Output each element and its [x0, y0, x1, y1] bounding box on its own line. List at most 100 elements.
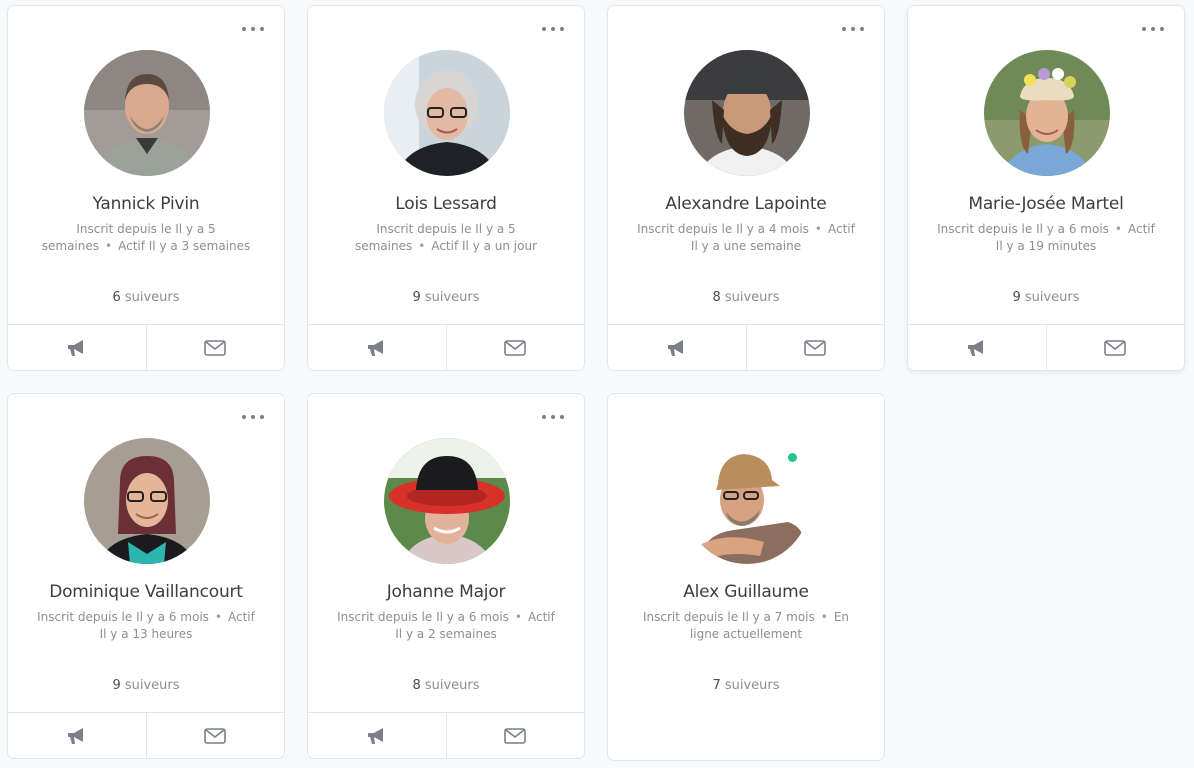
online-status-indicator	[788, 453, 797, 462]
member-meta: Inscrit depuis le Il y a 5 semaines • Acti…	[332, 221, 560, 255]
more-options-icon[interactable]	[842, 22, 864, 36]
more-options-icon[interactable]	[242, 410, 264, 424]
follow-button[interactable]	[908, 325, 1046, 370]
follow-button[interactable]	[308, 325, 446, 370]
megaphone-icon	[967, 339, 983, 356]
follow-button[interactable]	[8, 713, 146, 758]
followers: 8 suiveurs	[608, 290, 884, 305]
member-meta: Inscrit depuis le Il y a 4 mois • Actif Il…	[632, 221, 860, 255]
joined-text: Inscrit depuis le Il y a 6 mois	[37, 610, 209, 624]
card-actions	[908, 324, 1184, 370]
megaphone-icon	[67, 339, 83, 356]
followers: 9 suiveurs	[308, 290, 584, 305]
message-button[interactable]	[145, 713, 285, 758]
member-meta: Inscrit depuis le Il y a 6 mois • Actif Il…	[332, 609, 560, 643]
message-button[interactable]	[445, 325, 585, 370]
followers-count: 6	[112, 290, 121, 305]
activity-text: Actif Il y a un jour	[431, 239, 538, 253]
followers-label: suiveurs	[124, 290, 180, 305]
followers-label: suiveurs	[1024, 290, 1080, 305]
more-options-icon[interactable]	[542, 22, 564, 36]
member-name[interactable]: Dominique Vaillancourt	[8, 582, 284, 602]
envelope-icon	[204, 727, 227, 744]
separator-dot: •	[214, 610, 222, 624]
follow-button[interactable]	[308, 713, 446, 758]
member-card: Johanne Major Inscrit depuis le Il y a 6…	[307, 393, 585, 759]
member-avatar[interactable]	[384, 438, 510, 564]
member-card: Yannick Pivin Inscrit depuis le Il y a 5…	[7, 5, 285, 371]
more-options-icon[interactable]	[1142, 22, 1164, 36]
member-avatar[interactable]	[84, 438, 210, 564]
member-avatar[interactable]	[984, 50, 1110, 176]
megaphone-icon	[367, 339, 383, 356]
followers-count: 7	[712, 678, 721, 693]
separator-dot: •	[418, 239, 426, 253]
message-button[interactable]	[745, 325, 885, 370]
avatar-image	[984, 50, 1110, 176]
member-card: Marie-Josée Martel Inscrit depuis le Il …	[907, 5, 1185, 371]
envelope-icon	[504, 339, 527, 356]
followers: 9 suiveurs	[8, 678, 284, 693]
megaphone-icon	[67, 727, 83, 744]
separator-dot: •	[1114, 222, 1122, 236]
member-card: Alexandre Lapointe Inscrit depuis le Il …	[607, 5, 885, 371]
follow-button[interactable]	[608, 325, 746, 370]
joined-text: Inscrit depuis le Il y a 4 mois	[637, 222, 809, 236]
separator-dot: •	[820, 610, 828, 624]
member-card: Dominique Vaillancourt Inscrit depuis le…	[7, 393, 285, 759]
followers: 7 suiveurs	[608, 678, 884, 693]
megaphone-icon	[367, 727, 383, 744]
message-button[interactable]	[1045, 325, 1185, 370]
follow-button[interactable]	[8, 325, 146, 370]
card-actions	[308, 324, 584, 370]
followers-label: suiveurs	[424, 678, 480, 693]
member-name[interactable]: Lois Lessard	[308, 194, 584, 214]
envelope-icon	[804, 339, 827, 356]
more-options-icon[interactable]	[542, 410, 564, 424]
followers-label: suiveurs	[124, 678, 180, 693]
member-name[interactable]: Alexandre Lapointe	[608, 194, 884, 214]
separator-dot: •	[514, 610, 522, 624]
member-meta: Inscrit depuis le Il y a 5 semaines • Acti…	[32, 221, 260, 255]
followers-count: 9	[1012, 290, 1021, 305]
member-avatar[interactable]	[84, 50, 210, 176]
followers-count: 9	[112, 678, 121, 693]
message-button[interactable]	[145, 325, 285, 370]
message-button[interactable]	[445, 713, 585, 758]
separator-dot: •	[105, 239, 113, 253]
card-actions	[8, 712, 284, 758]
envelope-icon	[204, 339, 227, 356]
followers-label: suiveurs	[724, 290, 780, 305]
avatar-image	[684, 50, 810, 176]
joined-text: Inscrit depuis le Il y a 6 mois	[337, 610, 509, 624]
separator-dot: •	[814, 222, 822, 236]
avatar-image	[84, 50, 210, 176]
member-avatar[interactable]	[684, 50, 810, 176]
member-card: Alex Guillaume Inscrit depuis le Il y a …	[607, 393, 885, 761]
member-avatar[interactable]	[384, 50, 510, 176]
followers: 9 suiveurs	[908, 290, 1184, 305]
activity-text: Actif Il y a 3 semaines	[118, 239, 251, 253]
followers-count: 9	[412, 290, 421, 305]
card-actions	[608, 324, 884, 370]
followers-label: suiveurs	[724, 678, 780, 693]
member-name[interactable]: Johanne Major	[308, 582, 584, 602]
more-options-icon[interactable]	[242, 22, 264, 36]
envelope-icon	[504, 727, 527, 744]
members-grid: Yannick Pivin Inscrit depuis le Il y a 5…	[0, 0, 1194, 768]
card-actions	[8, 324, 284, 370]
joined-text: Inscrit depuis le Il y a 6 mois	[937, 222, 1109, 236]
member-name[interactable]: Alex Guillaume	[608, 582, 884, 602]
member-meta: Inscrit depuis le Il y a 6 mois • Actif Il…	[932, 221, 1160, 255]
avatar-image	[84, 438, 210, 564]
avatar-image	[384, 50, 510, 176]
megaphone-icon	[667, 339, 683, 356]
member-meta: Inscrit depuis le Il y a 7 mois • En ligne…	[632, 609, 860, 643]
card-actions	[308, 712, 584, 758]
member-name[interactable]: Yannick Pivin	[8, 194, 284, 214]
followers: 6 suiveurs	[8, 290, 284, 305]
member-meta: Inscrit depuis le Il y a 6 mois • Actif Il…	[32, 609, 260, 643]
member-name[interactable]: Marie-Josée Martel	[908, 194, 1184, 214]
avatar-image	[384, 438, 510, 564]
followers-count: 8	[712, 290, 721, 305]
